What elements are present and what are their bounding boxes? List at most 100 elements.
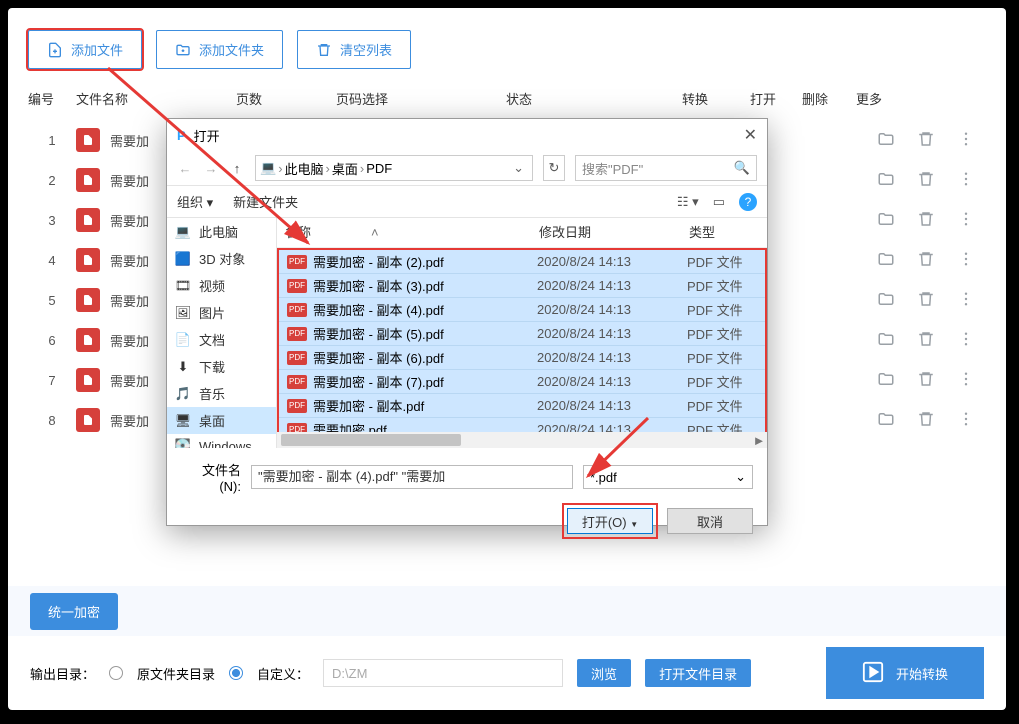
col-name: 文件名称 [76,89,236,108]
up-icon[interactable]: ↑ [229,161,245,176]
open-folder-icon[interactable] [866,170,906,191]
view-mode-icon[interactable]: ☷ ▾ [677,194,699,210]
dialog-title: 打开 [194,126,220,145]
add-file-icon [47,42,63,58]
tree-item-3d[interactable]: 🟦3D 对象 [167,245,276,272]
file-row[interactable]: PDF 需要加密 - 副本 (2).pdf 2020/8/24 14:13 PD… [279,250,765,273]
add-folder-button[interactable]: 添加文件夹 [156,30,283,69]
col-more: 更多 [856,89,904,108]
file-name: 需要加密 - 副本 (3).pdf [313,276,537,295]
delete-icon[interactable] [906,370,946,391]
open-folder-button[interactable]: 打开文件目录 [645,659,751,687]
radio-original-folder[interactable] [109,666,123,680]
scroll-right-icon[interactable]: ► [751,432,767,448]
file-row[interactable]: PDF 需要加密 - 副本.pdf 2020/8/24 14:13 PDF 文件 [279,393,765,417]
open-folder-icon[interactable] [866,250,906,271]
batch-encrypt-button[interactable]: 统一加密 [30,593,118,630]
browse-button[interactable]: 浏览 [577,659,631,687]
more-icon[interactable] [946,130,986,151]
row-num: 5 [28,293,76,308]
open-folder-icon[interactable] [866,330,906,351]
output-path-input[interactable]: D:\ZM [323,659,563,687]
file-row[interactable]: PDF 需要加密 - 副本 (4).pdf 2020/8/24 14:13 PD… [279,297,765,321]
open-folder-icon[interactable] [866,410,906,431]
search-input[interactable]: 搜索"PDF" 🔍 [575,155,757,181]
tree-item-desktop[interactable]: 🖥桌面 [167,407,276,434]
desktop-icon: 🖥 [175,413,191,429]
file-row[interactable]: PDF 需要加密 - 副本 (3).pdf 2020/8/24 14:13 PD… [279,273,765,297]
scroll-thumb[interactable] [281,434,461,446]
dialog-nav: ← → ↑ 💻 › 此电脑 › 桌面 › PDF ⌄ ↻ 搜索"PDF" 🔍 [167,151,767,185]
h-scrollbar[interactable]: ◄ ► [277,432,767,448]
clear-list-button[interactable]: 清空列表 [297,30,411,69]
refresh-icon[interactable]: ↻ [543,155,565,181]
tree-item-pc[interactable]: 💻此电脑 [167,218,276,245]
file-row[interactable]: PDF 需要加密 - 副本 (7).pdf 2020/8/24 14:13 PD… [279,369,765,393]
open-folder-icon[interactable] [866,370,906,391]
trash-icon [316,42,332,58]
filename-input[interactable]: "需要加密 - 副本 (4).pdf" "需要加 [251,465,573,489]
more-icon[interactable] [946,210,986,231]
col-delete: 删除 [802,89,856,108]
delete-icon[interactable] [906,210,946,231]
tree-item-video[interactable]: 🎞视频 [167,272,276,299]
more-icon[interactable] [946,410,986,431]
delete-icon[interactable] [906,250,946,271]
more-icon[interactable] [946,330,986,351]
close-icon[interactable]: ✕ [744,125,757,145]
delete-icon[interactable] [906,330,946,351]
chevron-down-icon[interactable]: ⌄ [509,160,528,176]
delete-icon[interactable] [906,170,946,191]
delete-icon[interactable] [906,410,946,431]
file-row[interactable]: PDF 需要加密 - 副本 (6).pdf 2020/8/24 14:13 PD… [279,345,765,369]
forward-icon[interactable]: → [203,161,219,176]
help-icon[interactable]: ? [739,193,757,211]
delete-icon[interactable] [906,290,946,311]
pdf-icon: PDF [287,255,307,269]
open-dialog: P 打开 ✕ ← → ↑ 💻 › 此电脑 › 桌面 › PDF ⌄ ↻ 搜索"P… [166,118,768,526]
toolbar: 添加文件 添加文件夹 清空列表 [8,8,1006,87]
file-list-header: 名称˄ 修改日期 类型 [277,218,767,248]
tree-item-doc[interactable]: 📄文档 [167,326,276,353]
more-icon[interactable] [946,290,986,311]
add-file-button[interactable]: 添加文件 [28,30,142,69]
tree-item-music[interactable]: 🎵音乐 [167,380,276,407]
file-name: 需要加密 - 副本 (2).pdf [313,252,537,271]
tree-item-disk[interactable]: 💽Windows [167,434,276,448]
organize-menu[interactable]: 组织 ▾ [177,192,213,211]
file-type-select[interactable]: *.pdf ⌄ [583,465,753,489]
preview-pane-icon[interactable]: ▭ [713,194,725,210]
more-icon[interactable] [946,170,986,191]
clear-list-label: 清空列表 [340,40,392,59]
cancel-button[interactable]: 取消 [667,508,753,534]
more-icon[interactable] [946,250,986,271]
file-name: 需要加密 - 副本 (6).pdf [313,348,537,367]
open-folder-icon[interactable] [866,130,906,151]
pdf-icon [76,328,100,352]
col-pages: 页数 [236,89,336,108]
delete-icon[interactable] [906,130,946,151]
new-folder-button[interactable]: 新建文件夹 [233,192,298,211]
more-icon[interactable] [946,370,986,391]
breadcrumb[interactable]: 💻 › 此电脑 › 桌面 › PDF ⌄ [255,155,533,181]
open-folder-icon[interactable] [866,210,906,231]
open-button[interactable]: 打开(O) ▼ [567,508,653,534]
open-folder-icon[interactable] [866,290,906,311]
3d-icon: 🟦 [175,251,191,267]
pdf-icon: PDF [287,303,307,317]
file-row[interactable]: PDF 需要加密 - 副本 (5).pdf 2020/8/24 14:13 PD… [279,321,765,345]
row-num: 4 [28,253,76,268]
start-label: 开始转换 [896,664,948,683]
col-status: 状态 [506,89,682,108]
start-convert-button[interactable]: 开始转换 [826,647,984,699]
add-folder-label: 添加文件夹 [199,40,264,59]
row-num: 7 [28,373,76,388]
tree-item-pic[interactable]: 🖼图片 [167,299,276,326]
back-icon[interactable]: ← [177,161,193,176]
pdf-icon [76,408,100,432]
col-page-sel: 页码选择 [336,89,506,108]
radio-custom[interactable] [229,666,243,680]
pdf-icon [76,288,100,312]
tree-item-dl[interactable]: ⬇下载 [167,353,276,380]
file-date: 2020/8/24 14:13 [537,302,687,317]
